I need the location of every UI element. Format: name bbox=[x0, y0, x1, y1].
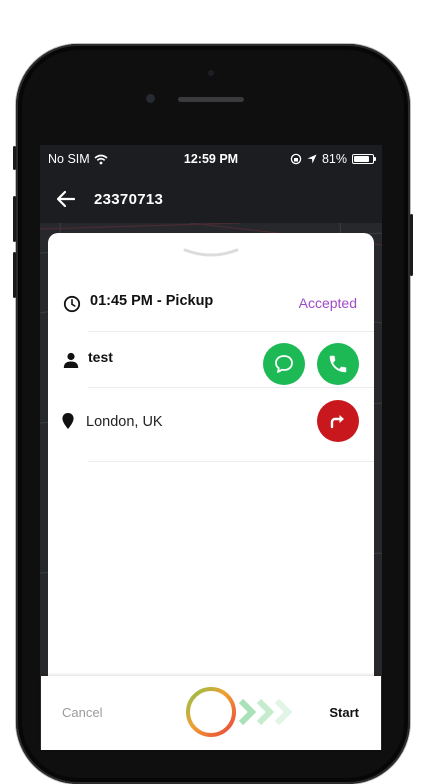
sheet-handle-icon[interactable] bbox=[183, 248, 239, 258]
location-pin-icon bbox=[62, 413, 74, 429]
slide-to-start-knob[interactable] bbox=[183, 684, 239, 740]
status-badge: Accepted bbox=[298, 295, 357, 311]
mute-switch bbox=[13, 146, 16, 170]
proximity-sensor bbox=[208, 70, 214, 76]
pickup-time: 01:45 PM - Pickup bbox=[90, 293, 214, 309]
chat-bubble-icon bbox=[275, 355, 293, 373]
nav-header: 23370713 bbox=[40, 173, 382, 223]
customer-name: test bbox=[88, 349, 113, 365]
earpiece-speaker bbox=[178, 97, 244, 102]
turn-right-arrow-icon bbox=[330, 415, 344, 429]
chevron-right-icon bbox=[238, 698, 293, 726]
volume-up-button bbox=[13, 196, 16, 242]
phone-icon bbox=[329, 355, 347, 373]
app-screen: No SIM 12:59 PM 81% 23370713 01:45 PM - … bbox=[40, 145, 382, 750]
status-right: 81% bbox=[290, 152, 376, 166]
battery-level bbox=[354, 156, 369, 162]
battery-icon bbox=[352, 154, 376, 164]
call-button[interactable] bbox=[317, 343, 359, 385]
front-camera bbox=[146, 94, 155, 103]
orientation-lock-icon bbox=[290, 153, 302, 165]
navigate-button[interactable] bbox=[317, 400, 359, 442]
start-button[interactable]: Start bbox=[329, 705, 359, 720]
cancel-button[interactable]: Cancel bbox=[62, 705, 102, 720]
location-arrow-icon bbox=[307, 154, 317, 164]
arrow-left-icon bbox=[56, 190, 76, 208]
clock-icon bbox=[63, 295, 81, 313]
divider bbox=[88, 461, 374, 462]
power-button bbox=[410, 214, 413, 276]
address-row: London, UK bbox=[48, 400, 374, 464]
page-title: 23370713 bbox=[94, 191, 164, 208]
customer-row: test bbox=[48, 343, 374, 399]
message-button[interactable] bbox=[263, 343, 305, 385]
pickup-address: London, UK bbox=[86, 414, 163, 430]
divider bbox=[88, 331, 374, 332]
volume-down-button bbox=[13, 252, 16, 298]
battery-percent: 81% bbox=[321, 152, 347, 166]
back-button[interactable] bbox=[54, 187, 78, 211]
person-icon bbox=[63, 352, 79, 368]
status-bar: No SIM 12:59 PM 81% bbox=[40, 145, 382, 173]
pickup-row: 01:45 PM - Pickup Accepted bbox=[48, 293, 374, 313]
bottom-action-bar: Cancel Start bbox=[41, 676, 381, 750]
divider bbox=[88, 387, 374, 388]
job-detail-card: 01:45 PM - Pickup Accepted test London, … bbox=[48, 233, 374, 750]
